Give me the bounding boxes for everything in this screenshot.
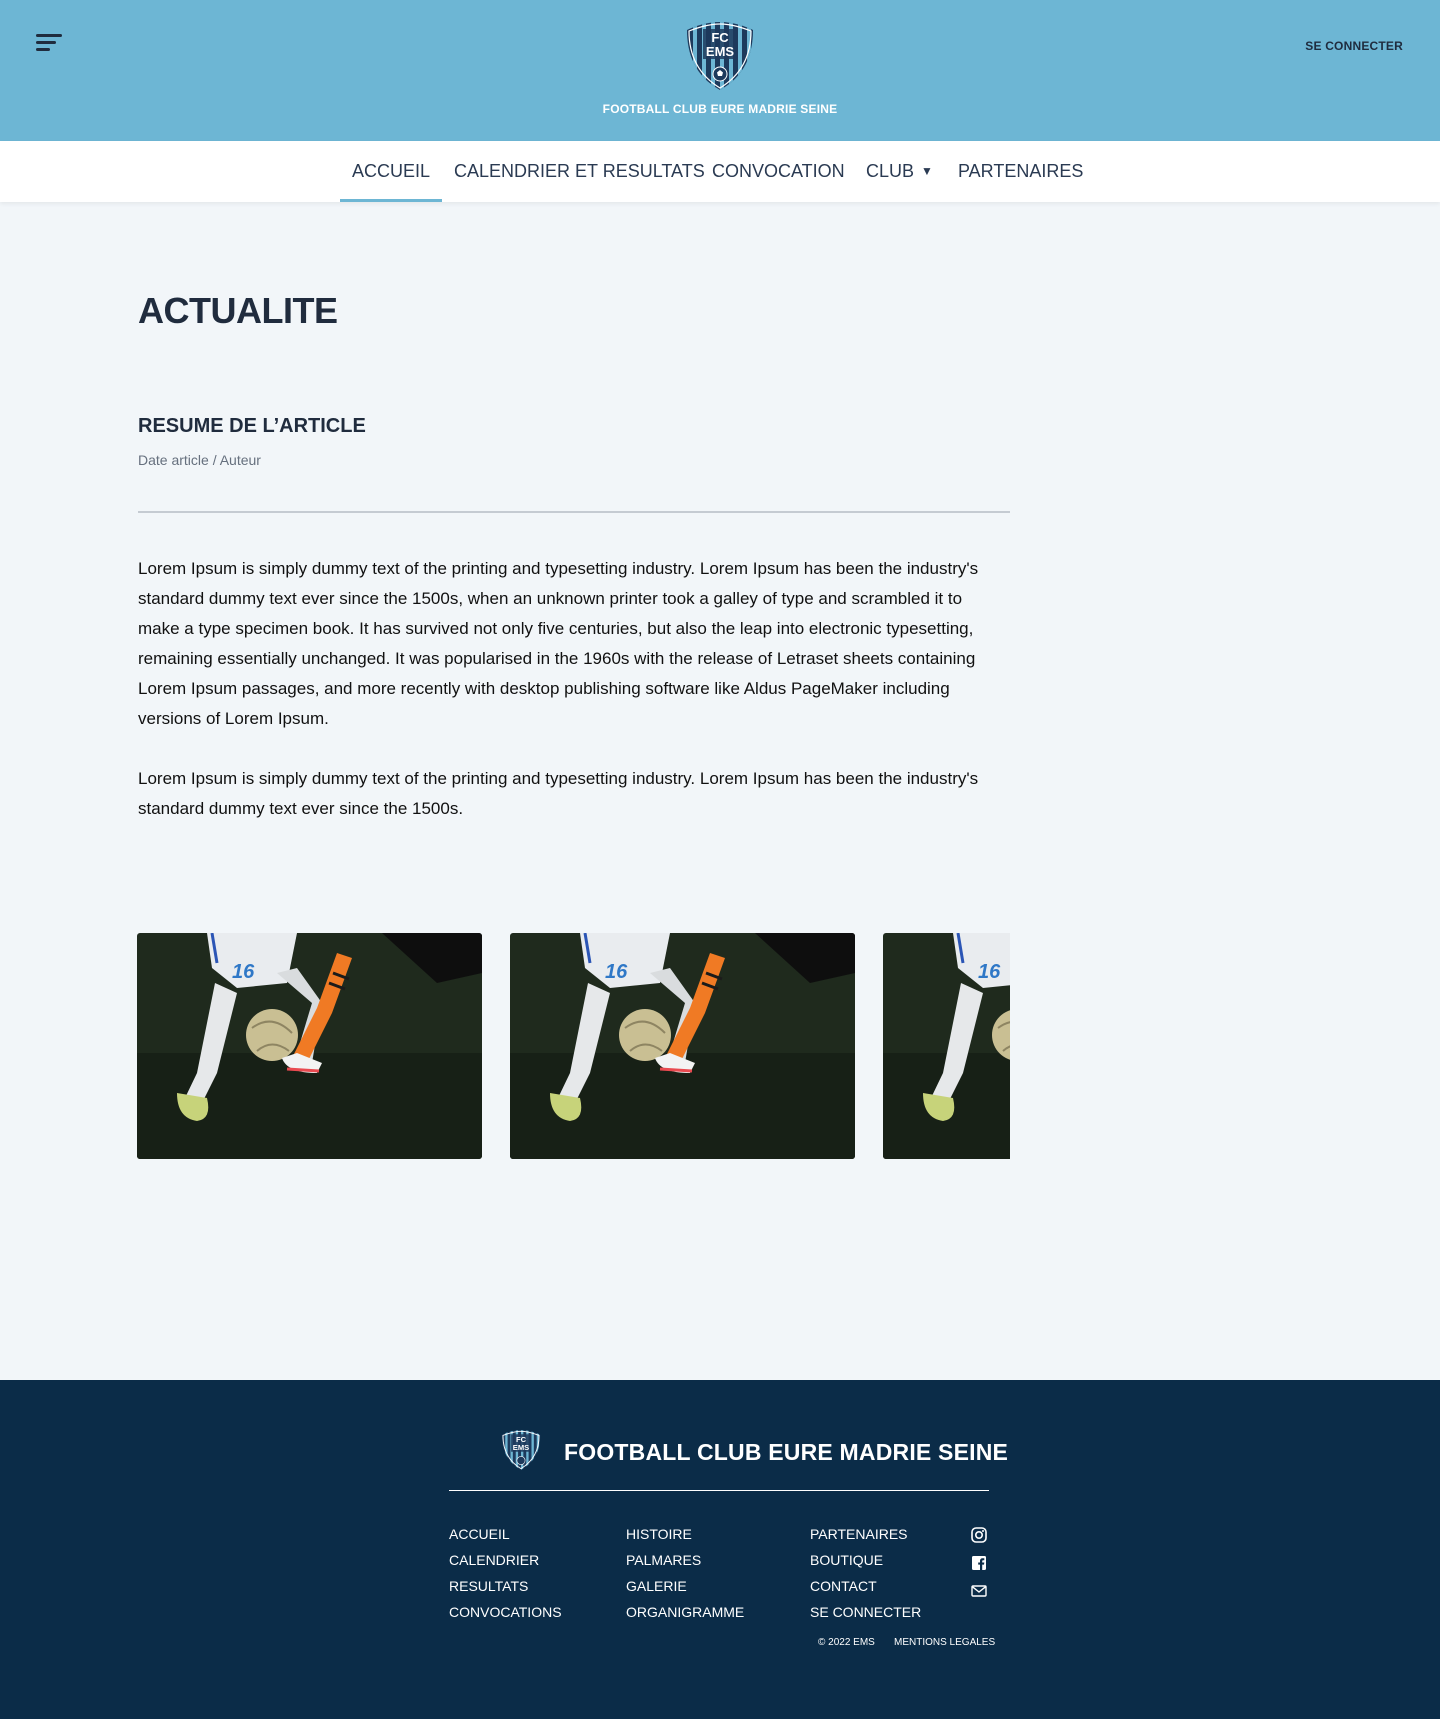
footer-column: HISTOIRE PALMARES GALERIE ORGANIGRAMME <box>626 1521 744 1625</box>
page-title: ACTUALITE <box>138 290 338 331</box>
footer-club-name: FOOTBALL CLUB EURE MADRIE SEINE <box>564 1439 1009 1465</box>
site-footer: FC EMS FOOTBALL CLUB EURE MADRIE SEINE A… <box>0 1380 1440 1719</box>
gallery-photo[interactable]: 16 <box>883 933 1010 1159</box>
svg-text:FC: FC <box>711 30 729 45</box>
facebook-icon[interactable] <box>970 1554 988 1572</box>
footer-link-boutique[interactable]: BOUTIQUE <box>810 1547 921 1573</box>
football-photo-image: 16 <box>510 933 855 1159</box>
footer-column: ACCUEIL CALENDRIER RESULTATS CONVOCATION… <box>449 1521 562 1625</box>
footer-link-palmares[interactable]: PALMARES <box>626 1547 744 1573</box>
nav-item-label: ACCUEIL <box>352 161 431 181</box>
instagram-icon[interactable] <box>970 1526 988 1544</box>
footer-link-contact[interactable]: CONTACT <box>810 1573 921 1599</box>
article-summary-heading: RESUME DE L’ARTICLE <box>138 415 366 437</box>
footer-link-calendrier[interactable]: CALENDRIER <box>449 1547 562 1573</box>
top-header: FC EMS FOOTBALL CLUB EURE MADRIE SEINE S… <box>0 0 1440 141</box>
article-paragraph: Lorem Ipsum is simply dummy text of the … <box>138 769 979 818</box>
svg-text:16: 16 <box>605 961 628 983</box>
chevron-down-icon: ▼ <box>921 164 933 178</box>
nav-item-club[interactable]: CLUB ▼ <box>866 141 933 202</box>
crest-icon: FC EMS <box>687 22 753 90</box>
crest-icon: FC EMS <box>501 1430 541 1470</box>
legal-link[interactable]: MENTIONS LEGALES <box>894 1637 995 1648</box>
footer-link-partenaires[interactable]: PARTENAIRES <box>810 1521 921 1547</box>
gallery-photo[interactable]: 16 <box>510 933 855 1159</box>
football-photo-image: 16 <box>883 933 1010 1159</box>
football-photo-image: 16 <box>137 933 482 1159</box>
svg-text:EMS: EMS <box>706 44 735 59</box>
footer-link-se-connecter[interactable]: SE CONNECTER <box>810 1599 921 1625</box>
footer-divider <box>449 1490 989 1491</box>
copyright-text: © 2022 EMS <box>818 1637 875 1648</box>
footer-link-resultats[interactable]: RESULTATS <box>449 1573 562 1599</box>
divider <box>138 511 1010 513</box>
article-meta: Date article / Auteur <box>138 452 261 468</box>
nav-item-label: CLUB <box>866 161 915 181</box>
svg-text:EMS: EMS <box>513 1443 529 1452</box>
club-name: FOOTBALL CLUB EURE MADRIE SEINE <box>602 102 838 116</box>
footer-link-histoire[interactable]: HISTOIRE <box>626 1521 744 1547</box>
nav-item-convocation[interactable]: CONVOCATION <box>712 141 845 202</box>
main-nav: ACCUEIL CALENDRIER ET RESULTATS CONVOCAT… <box>0 141 1440 202</box>
svg-text:16: 16 <box>978 961 1001 983</box>
login-link[interactable]: SE CONNECTER <box>1305 39 1403 53</box>
nav-item-label: CONVOCATION <box>712 161 845 181</box>
footer-link-galerie[interactable]: GALERIE <box>626 1573 744 1599</box>
photo-gallery: 16 16 16 <box>137 933 1010 1159</box>
footer-link-accueil[interactable]: ACCUEIL <box>449 1521 562 1547</box>
svg-text:16: 16 <box>232 961 255 983</box>
nav-item-label: CALENDRIER ET RESULTATS <box>454 161 705 181</box>
nav-item-accueil[interactable]: ACCUEIL <box>339 141 443 202</box>
mail-icon[interactable] <box>970 1582 988 1600</box>
footer-link-organigramme[interactable]: ORGANIGRAMME <box>626 1599 744 1625</box>
nav-item-calendrier[interactable]: CALENDRIER ET RESULTATS <box>454 141 705 202</box>
nav-item-partenaires[interactable]: PARTENAIRES <box>958 141 1083 202</box>
footer-logo[interactable]: FC EMS <box>500 1429 542 1476</box>
club-logo[interactable]: FC EMS <box>0 20 1440 92</box>
gallery-photo[interactable]: 16 <box>137 933 482 1159</box>
footer-link-convocations[interactable]: CONVOCATIONS <box>449 1599 562 1625</box>
nav-item-label: PARTENAIRES <box>958 161 1084 181</box>
article-paragraph: Lorem Ipsum is simply dummy text of the … <box>138 559 979 728</box>
footer-column: PARTENAIRES BOUTIQUE CONTACT SE CONNECTE… <box>810 1521 921 1625</box>
